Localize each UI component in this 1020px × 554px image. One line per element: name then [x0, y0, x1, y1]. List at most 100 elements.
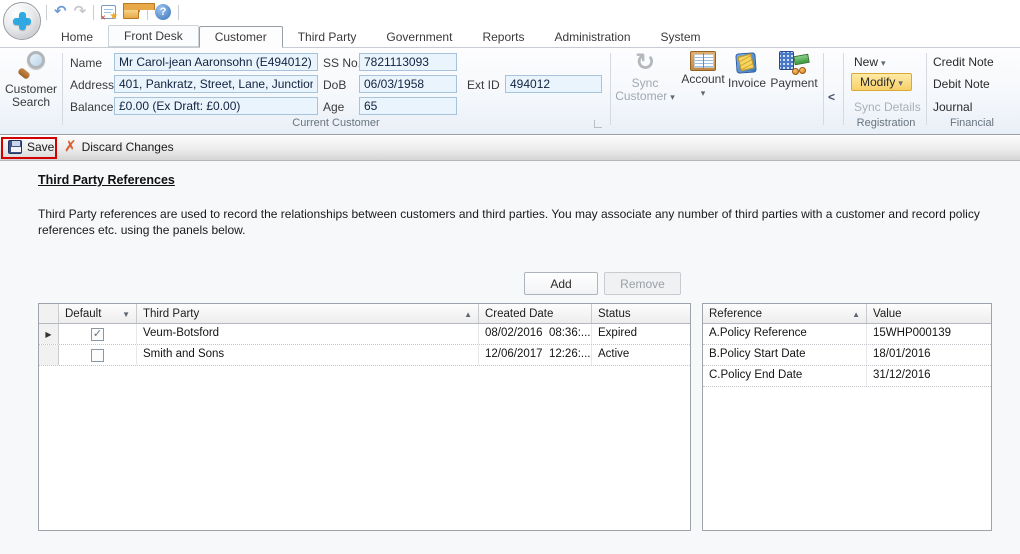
- balance-field[interactable]: [114, 97, 318, 115]
- name-label: Name: [70, 56, 102, 70]
- edit-form-icon[interactable]: ★✕: [101, 5, 116, 19]
- name-field[interactable]: [114, 53, 318, 71]
- account-book-icon: [690, 51, 716, 71]
- sync-details-button: Sync Details: [854, 100, 921, 114]
- row-selector[interactable]: [39, 324, 59, 344]
- table-row[interactable]: A.Policy Reference 15WHP000139: [703, 324, 991, 345]
- tab-government[interactable]: Government: [371, 27, 467, 47]
- column-header-created-date[interactable]: Created Date: [479, 304, 592, 323]
- financial-group-label: Financial: [928, 117, 1016, 129]
- tab-administration[interactable]: Administration: [539, 27, 645, 47]
- page-description: Third Party references are used to recor…: [38, 206, 992, 238]
- ssno-field[interactable]: [359, 53, 457, 71]
- tab-third-party[interactable]: Third Party: [283, 27, 372, 47]
- sort-ascending-icon: [464, 308, 472, 320]
- discard-x-icon: ✗: [64, 140, 77, 154]
- title-bar: ↶ ↷ ★✕ ? Home Front Desk Customer Third …: [0, 0, 1020, 47]
- plus-icon: [19, 12, 26, 30]
- row-selector[interactable]: [39, 345, 59, 365]
- ribbon: CustomerSearch Name Address Balance SS N…: [0, 47, 1020, 135]
- age-label: Age: [323, 100, 344, 114]
- floppy-disk-icon: [8, 140, 22, 154]
- table-row[interactable]: B.Policy Start Date 18/01/2016: [703, 345, 991, 366]
- remove-button: Remove: [604, 272, 681, 295]
- payment-button[interactable]: Payment: [768, 51, 820, 90]
- current-customer-group-label: Current Customer: [70, 117, 602, 129]
- save-button[interactable]: Save: [8, 140, 54, 154]
- help-icon[interactable]: ?: [155, 4, 171, 20]
- divider: [178, 5, 179, 20]
- table-row[interactable]: C.Policy End Date 31/12/2016: [703, 366, 991, 387]
- tab-front-desk[interactable]: Front Desk: [108, 25, 199, 47]
- discard-changes-button[interactable]: ✗ Discard Changes: [64, 140, 174, 154]
- application-menu-button[interactable]: [3, 2, 41, 40]
- age-field[interactable]: [359, 97, 457, 115]
- credit-note-button[interactable]: Credit Note: [933, 55, 994, 69]
- tab-customer[interactable]: Customer: [199, 26, 283, 48]
- created-date-cell: 12/06/2017 12:26:...: [479, 345, 592, 365]
- default-checkbox[interactable]: [91, 349, 104, 362]
- dialog-launcher-icon[interactable]: [594, 120, 602, 128]
- payment-icon: [779, 51, 809, 75]
- tab-system[interactable]: System: [646, 27, 716, 47]
- redo-icon: ↷: [74, 4, 87, 20]
- default-cell: [59, 345, 137, 365]
- table-row[interactable]: Smith and Sons 12/06/2017 12:26:... Acti…: [39, 345, 690, 366]
- group-divider: [62, 53, 63, 125]
- ssno-label: SS No.: [323, 56, 361, 70]
- main-content: Third Party References Third Party refer…: [0, 161, 1020, 554]
- group-divider: [823, 53, 824, 125]
- divider: [93, 5, 94, 20]
- column-header-default[interactable]: Default: [59, 304, 137, 323]
- table-row[interactable]: Veum-Botsford 08/02/2016 08:36:... Expir…: [39, 324, 690, 345]
- address-label: Address: [70, 78, 114, 92]
- row-selector-header: [39, 304, 59, 323]
- created-date-cell: 08/02/2016 08:36:...: [479, 324, 592, 344]
- column-header-third-party[interactable]: Third Party: [137, 304, 479, 323]
- third-party-cell: Veum-Botsford: [137, 324, 479, 344]
- modify-button[interactable]: Modify: [851, 73, 912, 91]
- reference-cell: A.Policy Reference: [703, 324, 867, 344]
- status-cell: Expired: [592, 324, 690, 344]
- dob-label: DoB: [323, 78, 346, 92]
- customer-search-button[interactable]: CustomerSearch: [2, 51, 60, 109]
- folder-icon[interactable]: [123, 6, 140, 19]
- invoice-button[interactable]: Invoice: [726, 51, 768, 90]
- value-cell: 18/01/2016: [867, 345, 991, 365]
- account-button[interactable]: Account: [680, 51, 726, 100]
- tab-home[interactable]: Home: [46, 27, 108, 47]
- edit-toolbar: Save ✗ Discard Changes: [0, 136, 1020, 161]
- new-button[interactable]: New: [854, 55, 886, 69]
- sync-customer-button: ↻ SyncCustomer: [613, 51, 677, 104]
- ribbon-tab-bar: Home Front Desk Customer Third Party Gov…: [46, 25, 716, 47]
- magnifier-icon: [16, 51, 46, 81]
- status-cell: Active: [592, 345, 690, 365]
- sort-ascending-icon: [852, 308, 860, 320]
- debit-note-button[interactable]: Debit Note: [933, 77, 990, 91]
- add-button[interactable]: Add: [524, 272, 598, 295]
- group-divider: [843, 53, 844, 125]
- reference-cell: C.Policy End Date: [703, 366, 867, 386]
- undo-icon[interactable]: ↶: [54, 4, 67, 20]
- default-checkbox[interactable]: [91, 328, 104, 341]
- third-party-cell: Smith and Sons: [137, 345, 479, 365]
- journal-button[interactable]: Journal: [933, 100, 972, 114]
- default-cell: [59, 324, 137, 344]
- column-header-value[interactable]: Value: [867, 304, 991, 323]
- extid-field[interactable]: [505, 75, 602, 93]
- column-header-status[interactable]: Status: [592, 304, 690, 323]
- group-divider: [610, 53, 611, 125]
- registration-group-label: Registration: [846, 117, 926, 129]
- table-header-row: Default Third Party Created Date Status: [39, 304, 690, 324]
- divider: [46, 5, 47, 20]
- invoice-icon: [734, 51, 760, 75]
- collapse-group-button[interactable]: <: [828, 90, 835, 104]
- balance-label: Balance: [70, 100, 113, 114]
- address-field[interactable]: [114, 75, 318, 93]
- filter-dropdown-icon[interactable]: [122, 308, 130, 320]
- tab-reports[interactable]: Reports: [467, 27, 539, 47]
- dob-field[interactable]: [359, 75, 457, 93]
- value-cell: 15WHP000139: [867, 324, 991, 344]
- column-header-reference[interactable]: Reference: [703, 304, 867, 323]
- extid-label: Ext ID: [467, 78, 500, 92]
